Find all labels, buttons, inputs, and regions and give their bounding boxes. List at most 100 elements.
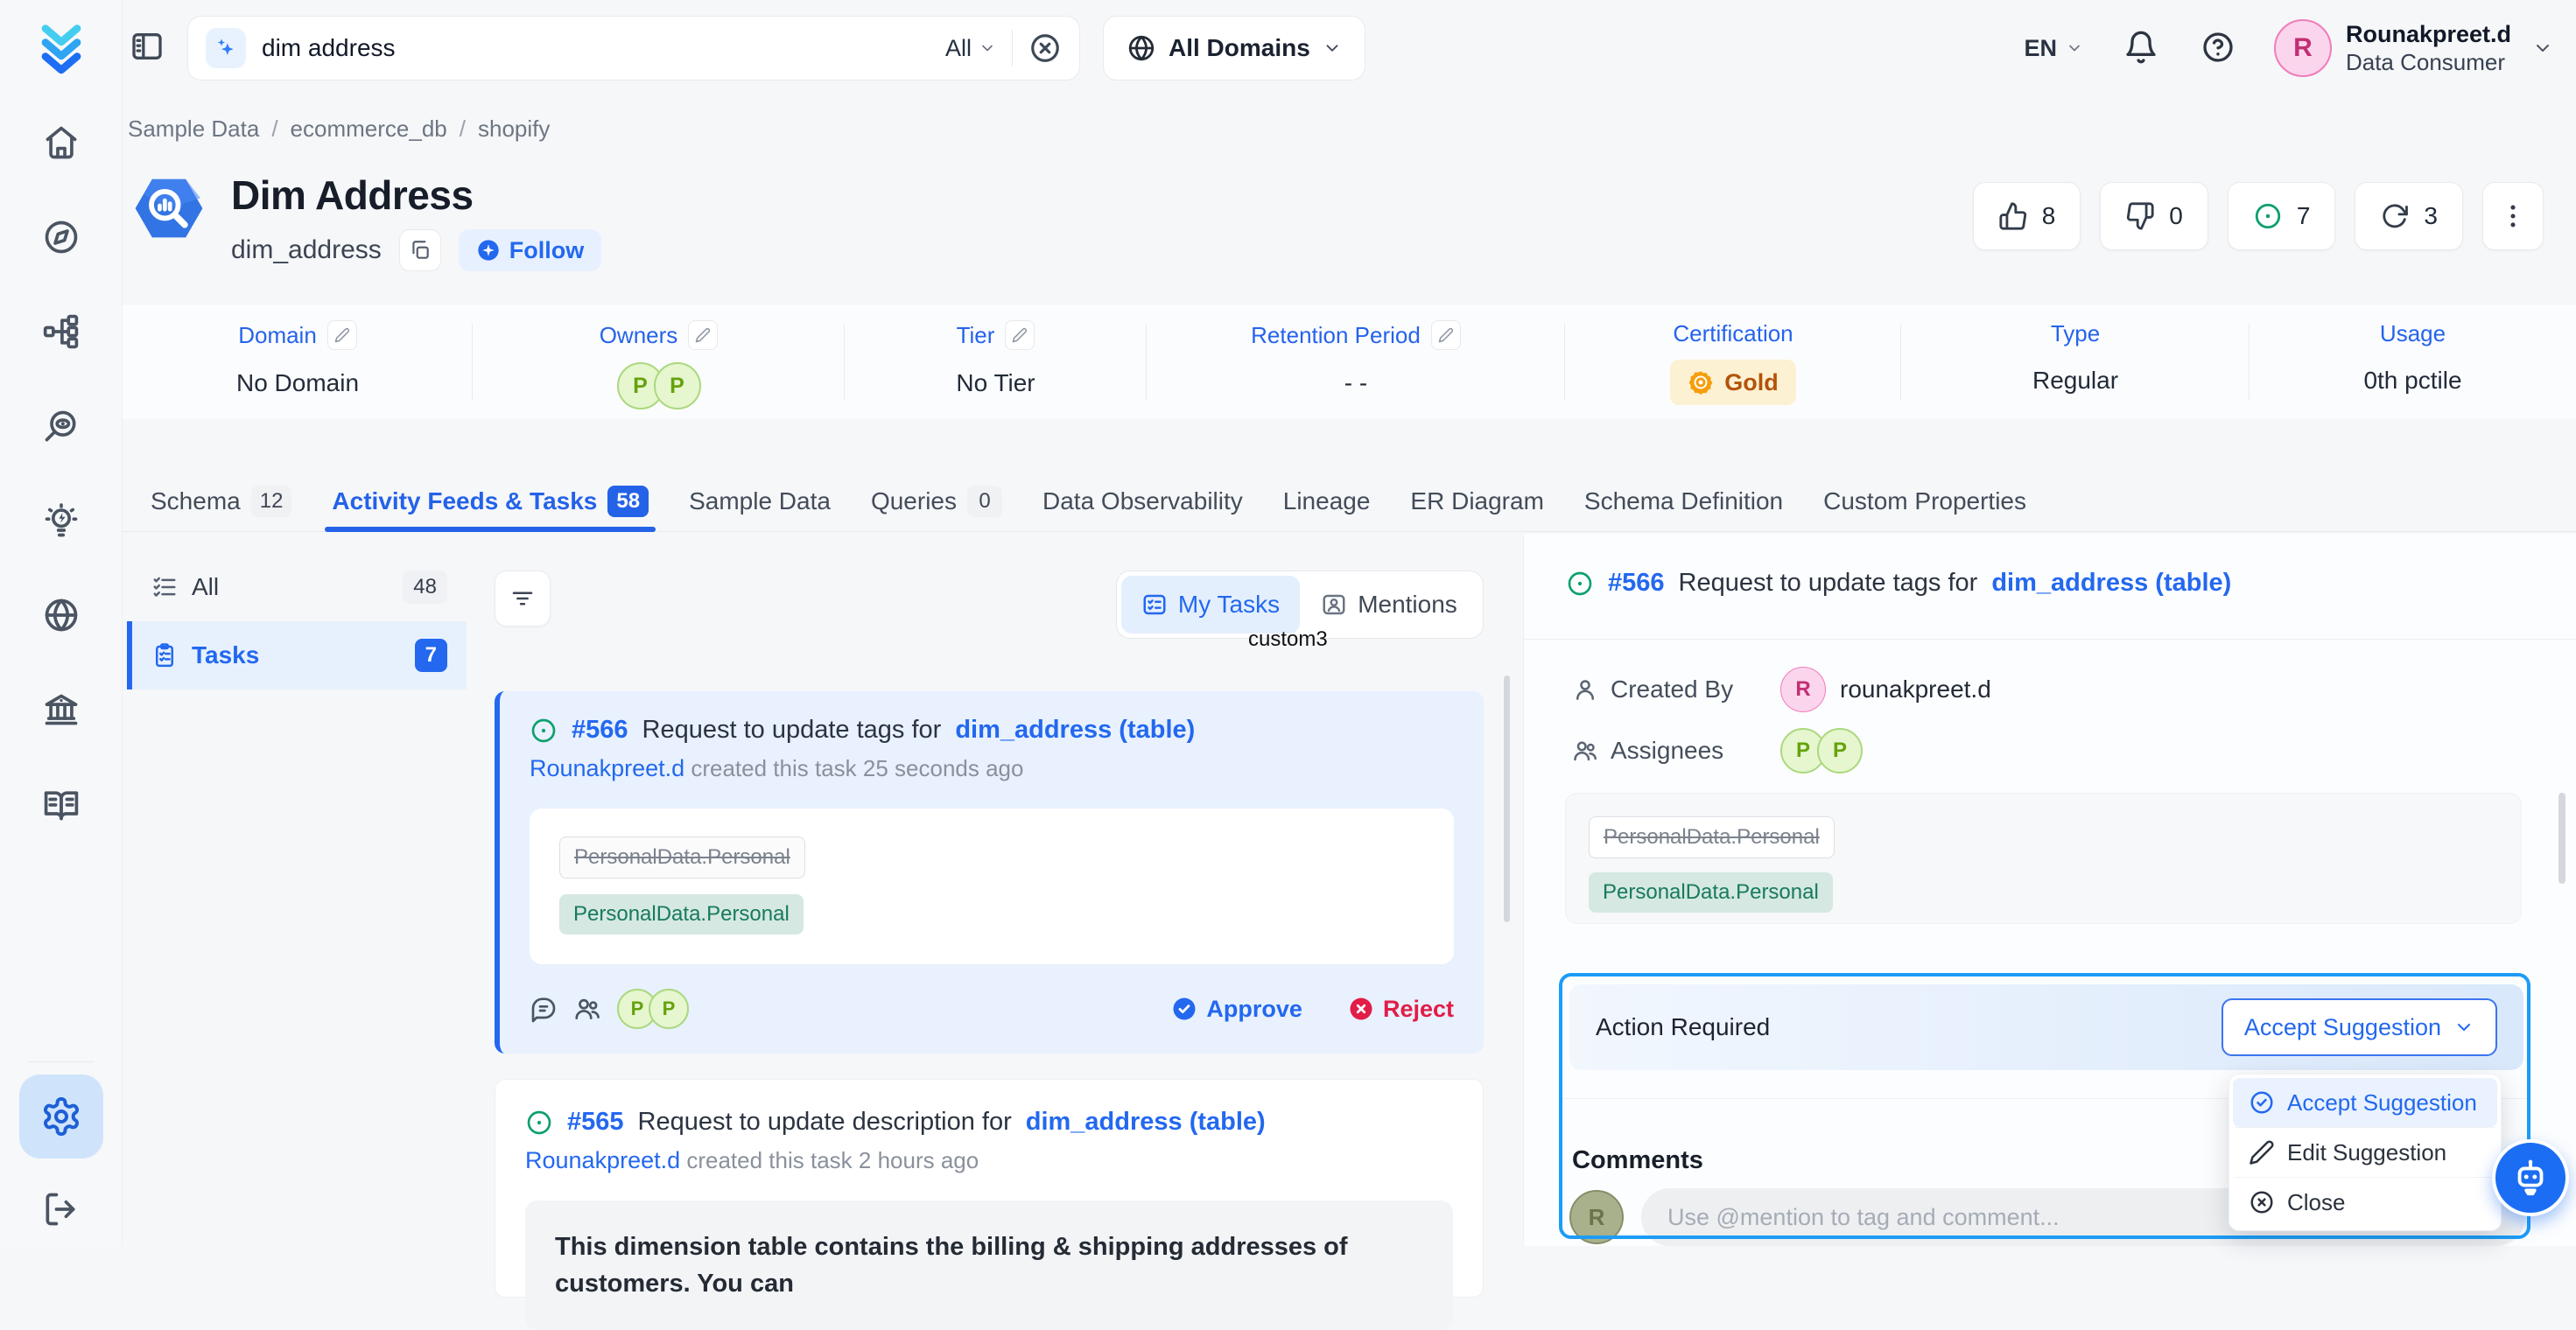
- filter-tasks[interactable]: Tasks 7: [127, 621, 467, 690]
- home-icon: [42, 123, 81, 162]
- action-dropdown-button[interactable]: Accept Suggestion: [2222, 998, 2497, 1056]
- task-author-link[interactable]: Rounakpreet.d: [525, 1147, 680, 1173]
- ai-sparkles-icon[interactable]: [206, 28, 246, 68]
- search-clear-button[interactable]: [1028, 32, 1062, 65]
- tab-custom-properties[interactable]: Custom Properties: [1823, 471, 2026, 531]
- edit-owners-button[interactable]: [688, 320, 718, 350]
- breadcrumb-database[interactable]: ecommerce_db: [291, 116, 447, 143]
- all-domains-dropdown[interactable]: All Domains: [1103, 16, 1365, 80]
- detail-asset-link[interactable]: dim_address (table): [1991, 569, 2231, 598]
- search-scope-dropdown[interactable]: All: [945, 35, 996, 62]
- user-avatar: R: [2274, 19, 2332, 77]
- detail-task-title: Request to update tags for: [1679, 569, 1978, 598]
- task-id-link[interactable]: #565: [567, 1108, 624, 1137]
- feed-scrollbar[interactable]: [1504, 676, 1510, 922]
- search-input[interactable]: [262, 34, 930, 62]
- pencil-icon: [1012, 327, 1028, 343]
- certification-badge: Gold: [1670, 360, 1796, 405]
- nav-domains[interactable]: [41, 595, 81, 635]
- rail-divider: [28, 1061, 95, 1062]
- help-button[interactable]: [2200, 30, 2237, 66]
- task-asset-link[interactable]: dim_address (table): [955, 716, 1195, 745]
- nav-glossary[interactable]: [41, 784, 81, 824]
- owners-avatars[interactable]: P P: [617, 362, 701, 410]
- task-author-link[interactable]: Rounakpreet.d: [530, 755, 684, 781]
- commenter-avatar: R: [1569, 1190, 1624, 1244]
- chatbot-button[interactable]: [2492, 1139, 2569, 1216]
- compass-icon: [42, 218, 81, 256]
- breadcrumb-connection[interactable]: Sample Data: [128, 116, 259, 143]
- upvote-button[interactable]: 8: [1973, 182, 2081, 250]
- menu-item-edit-suggestion[interactable]: Edit Suggestion: [2233, 1128, 2497, 1177]
- chevron-down-icon: [979, 39, 996, 57]
- creator-name[interactable]: rounakpreet.d: [1840, 676, 1991, 704]
- language-label: EN: [2024, 35, 2057, 62]
- comment-icon[interactable]: [530, 995, 558, 1023]
- tab-activity-feeds-tasks[interactable]: Activity Feeds & Tasks58: [332, 471, 649, 531]
- detail-scrollbar[interactable]: [2558, 793, 2565, 884]
- downvote-button[interactable]: 0: [2100, 182, 2208, 250]
- pencil-icon: [2249, 1139, 2275, 1166]
- user-menu[interactable]: R Rounakpreet.d Data Consumer: [2274, 19, 2553, 77]
- tab-data-observability[interactable]: Data Observability: [1042, 471, 1243, 531]
- atlan-logo-icon[interactable]: [33, 21, 89, 77]
- chevron-down-icon: [2532, 38, 2553, 59]
- edit-domain-button[interactable]: [327, 320, 357, 350]
- assignee-avatar: P: [1817, 728, 1863, 774]
- refresh-icon: [2380, 201, 2410, 231]
- copy-link-button[interactable]: [399, 229, 441, 271]
- reject-button[interactable]: Reject: [1348, 996, 1454, 1023]
- x-circle-icon: [1028, 32, 1062, 65]
- more-actions-button[interactable]: [2482, 182, 2544, 250]
- toggle-my-tasks[interactable]: My Tasks: [1121, 576, 1300, 634]
- task-assignee-avatars[interactable]: P P: [617, 989, 689, 1029]
- assignees-icon[interactable]: [573, 995, 601, 1023]
- sidebar-collapse-button[interactable]: [130, 29, 168, 67]
- task-asset-link[interactable]: dim_address (table): [1026, 1108, 1266, 1137]
- toggle-mentions[interactable]: Mentions: [1300, 576, 1478, 634]
- edit-retention-button[interactable]: [1431, 320, 1461, 350]
- breadcrumb-schema[interactable]: shopify: [478, 116, 550, 143]
- filter-all[interactable]: All 48: [127, 553, 467, 621]
- all-domains-label: All Domains: [1169, 34, 1310, 62]
- task-card-565[interactable]: #565 Request to update description for d…: [495, 1079, 1484, 1298]
- nav-lineage[interactable]: [41, 312, 81, 352]
- book-icon: [42, 785, 81, 823]
- tab-sample-data[interactable]: Sample Data: [689, 471, 831, 531]
- logout-button[interactable]: [41, 1190, 81, 1230]
- language-dropdown[interactable]: EN: [2024, 35, 2083, 62]
- menu-item-accept-suggestion[interactable]: Accept Suggestion: [2233, 1078, 2497, 1127]
- tab-queries[interactable]: Queries0: [871, 471, 1002, 531]
- task-card-566[interactable]: #566 Request to update tags for dim_addr…: [495, 691, 1484, 1054]
- feed-filter-list: All 48 Tasks 7: [127, 553, 467, 690]
- type-value: Regular: [2032, 367, 2118, 395]
- task-id-link[interactable]: #566: [572, 716, 628, 745]
- refresh-button[interactable]: 3: [2355, 182, 2463, 250]
- bigquery-table-icon: [128, 168, 210, 256]
- feed-filter-button[interactable]: [495, 570, 551, 626]
- tab-lineage[interactable]: Lineage: [1283, 471, 1371, 531]
- notifications-button[interactable]: [2123, 30, 2160, 66]
- detail-task-id[interactable]: #566: [1608, 569, 1665, 598]
- nav-governance[interactable]: [41, 690, 81, 730]
- nav-home[interactable]: [41, 122, 81, 163]
- tag-added: PersonalData.Personal: [559, 894, 804, 934]
- tab-schema-definition[interactable]: Schema Definition: [1584, 471, 1783, 531]
- breadcrumb: Sample Data / ecommerce_db / shopify: [128, 116, 550, 143]
- tab-schema[interactable]: Schema12: [151, 471, 291, 531]
- tab-er-diagram[interactable]: ER Diagram: [1410, 471, 1543, 531]
- globe-icon: [1127, 33, 1156, 63]
- nav-settings[interactable]: [19, 1074, 103, 1158]
- nav-observability[interactable]: [41, 406, 81, 446]
- nav-insights[interactable]: [41, 500, 81, 541]
- menu-item-close[interactable]: Close: [2233, 1178, 2497, 1227]
- detail-assignee-avatars[interactable]: P P: [1780, 728, 1863, 774]
- asset-actions: 8 0 7 3: [1973, 182, 2544, 250]
- nav-discover[interactable]: [41, 217, 81, 257]
- robot-icon: [2510, 1158, 2551, 1198]
- recency-button[interactable]: 7: [2228, 182, 2336, 250]
- approve-button[interactable]: Approve: [1171, 996, 1302, 1023]
- edit-tier-button[interactable]: [1005, 320, 1035, 350]
- follow-button[interactable]: Follow: [459, 229, 601, 271]
- global-search-bar[interactable]: All: [187, 16, 1080, 80]
